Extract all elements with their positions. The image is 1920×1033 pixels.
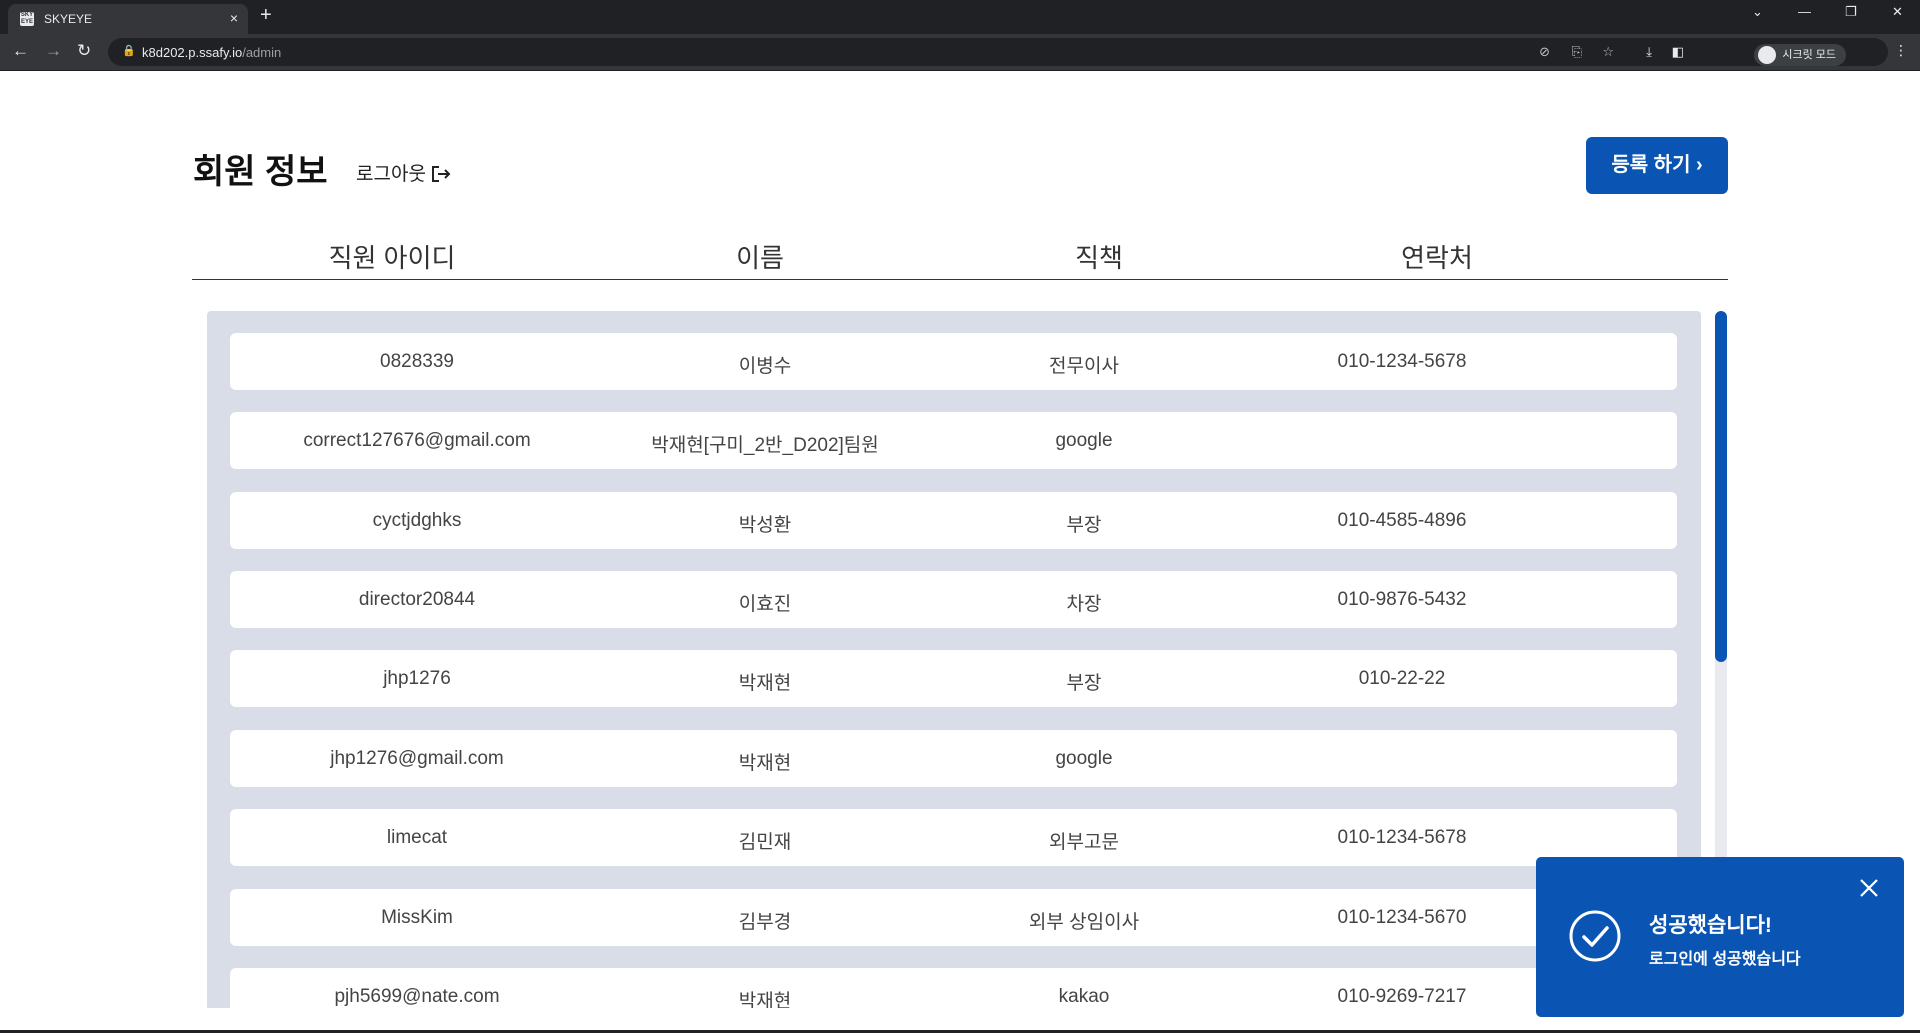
page-title: 회원 정보 [193,153,328,191]
window-close-icon[interactable]: ✕ [1892,4,1903,20]
cell-phone: 010-9269-7217 [1337,986,1467,1007]
table-row[interactable]: limecat 김민재 외부고문 010-1234-5678 [230,809,1677,866]
check-circle-icon [1569,910,1621,962]
cell-name: 박재현 [738,991,792,1008]
close-icon[interactable] [1858,877,1880,899]
toast-message: 로그인에 성공했습니다 [1649,951,1801,968]
cell-phone: 010-9876-5432 [1337,589,1467,610]
cell-position: kakao [1058,986,1110,1007]
header-name: 이름 [736,243,784,273]
address-bar[interactable]: 🔒 k8d202.p.ssafy.io/admin ⊘ ⎘ ☆ ⤓ ◧ 시크릿 … [108,38,1888,66]
cell-name: 박재현 [738,673,792,694]
bookmark-star-icon[interactable]: ☆ [1602,44,1614,60]
restore-icon[interactable]: ❐ [1845,4,1857,20]
cell-position: google [1055,748,1113,769]
cell-employee-id: jhp1276 [383,668,451,689]
cell-position: 외부고문 [1049,832,1119,853]
download-icon[interactable]: ⤓ [1646,44,1652,60]
cell-name: 김민재 [738,832,792,853]
cell-name: 박재현 [738,753,792,774]
new-tab-button[interactable]: + [260,4,272,27]
cell-position: 차장 [1066,594,1102,615]
cell-phone: 010-1234-5678 [1337,827,1467,848]
table-row[interactable]: director20844 이효진 차장 010-9876-5432 [230,571,1677,628]
cell-name: 이효진 [738,594,792,615]
table-row[interactable]: jhp1276 박재현 부장 010-22-22 [230,650,1677,707]
cell-position: google [1055,430,1113,451]
logout-link[interactable]: 로그아웃 [356,159,451,186]
table-row[interactable]: MissKim 김부경 외부 상임이사 010-1234-5670 [230,889,1677,946]
cell-name: 박재현[구미_2반_D202]팀원 [651,435,879,456]
tab-title: SKYEYE [44,12,93,26]
table-row[interactable]: correct127676@gmail.com 박재현[구미_2반_D202]팀… [230,412,1677,469]
cell-position: 전무이사 [1049,356,1119,377]
back-arrow-icon[interactable]: ← [12,41,29,61]
incognito-label: 시크릿 모드 [1782,49,1836,61]
cell-employee-id: correct127676@gmail.com [303,430,531,451]
cell-employee-id: limecat [386,827,448,848]
register-button[interactable]: 등록 하기 › [1586,137,1728,194]
table-row[interactable]: jhp1276@gmail.com 박재현 google [230,730,1677,787]
blocked-content-icon[interactable]: ⊘ [1539,44,1550,60]
browser-menu-icon[interactable]: ⋮ [1894,42,1908,59]
cell-employee-id: jhp1276@gmail.com [330,748,504,769]
success-toast: 성공했습니다! 로그인에 성공했습니다 [1536,857,1904,1017]
translate-icon[interactable]: ⎘ [1572,44,1582,60]
tab-close-icon[interactable]: × [230,10,238,26]
minimize-icon[interactable]: — [1798,4,1811,19]
incognito-icon [1758,46,1777,64]
table-row[interactable]: cyctjdghks 박성환 부장 010-4585-4896 [230,492,1677,549]
cell-employee-id: 0828339 [380,351,454,372]
logout-label: 로그아웃 [356,164,426,185]
scrollbar-thumb[interactable] [1715,311,1727,662]
forward-arrow-icon[interactable]: → [45,41,62,61]
site-favicon-icon: SKY EYE [20,12,34,26]
logout-icon [432,166,451,182]
browser-toolbar: ← → ↻ 🔒 k8d202.p.ssafy.io/admin ⊘ ⎘ ☆ ⤓ … [0,34,1920,71]
table-header: 직원 아이디 이름 직책 연락처 [192,230,1728,280]
header-employee-id: 직원 아이디 [328,243,456,273]
cell-name: 김부경 [738,912,792,933]
header-phone: 연락처 [1401,243,1473,273]
cell-employee-id: MissKim [381,907,453,928]
cell-position: 부장 [1066,515,1102,536]
lock-icon: 🔒 [122,45,136,57]
member-list[interactable]: 0828339 이병수 전무이사 010-1234-5678 correct12… [207,311,1701,1008]
tab-search-icon[interactable]: ⌄ [1752,4,1763,20]
browser-tab[interactable]: SKY EYE SKYEYE × [8,4,248,34]
table-row[interactable]: pjh5699@nate.com 박재현 kakao 010-9269-7217 [230,968,1677,1008]
cell-phone: 010-4585-4896 [1337,510,1467,531]
cell-position: 부장 [1066,673,1102,694]
browser-tab-bar: SKY EYE SKYEYE × + ⌄ — ❐ ✕ [0,0,1920,34]
table-row[interactable]: 0828339 이병수 전무이사 010-1234-5678 [230,333,1677,390]
cell-employee-id: cyctjdghks [372,510,462,531]
url-text: k8d202.p.ssafy.io/admin [142,45,282,60]
cell-phone: 010-1234-5670 [1337,907,1467,928]
reload-icon[interactable]: ↻ [77,41,91,61]
cell-employee-id: director20844 [358,589,476,610]
cell-name: 이병수 [738,356,792,377]
side-panel-icon[interactable]: ◧ [1672,44,1684,60]
cell-employee-id: pjh5699@nate.com [334,986,500,1007]
cell-name: 박성환 [738,515,792,536]
incognito-badge[interactable]: 시크릿 모드 [1754,44,1846,66]
cell-phone: 010-1234-5678 [1337,351,1467,372]
header-position: 직책 [1075,243,1123,273]
cell-phone: 010-22-22 [1358,668,1446,689]
toast-title: 성공했습니다! [1649,914,1772,937]
cell-position: 외부 상임이사 [1028,912,1140,933]
